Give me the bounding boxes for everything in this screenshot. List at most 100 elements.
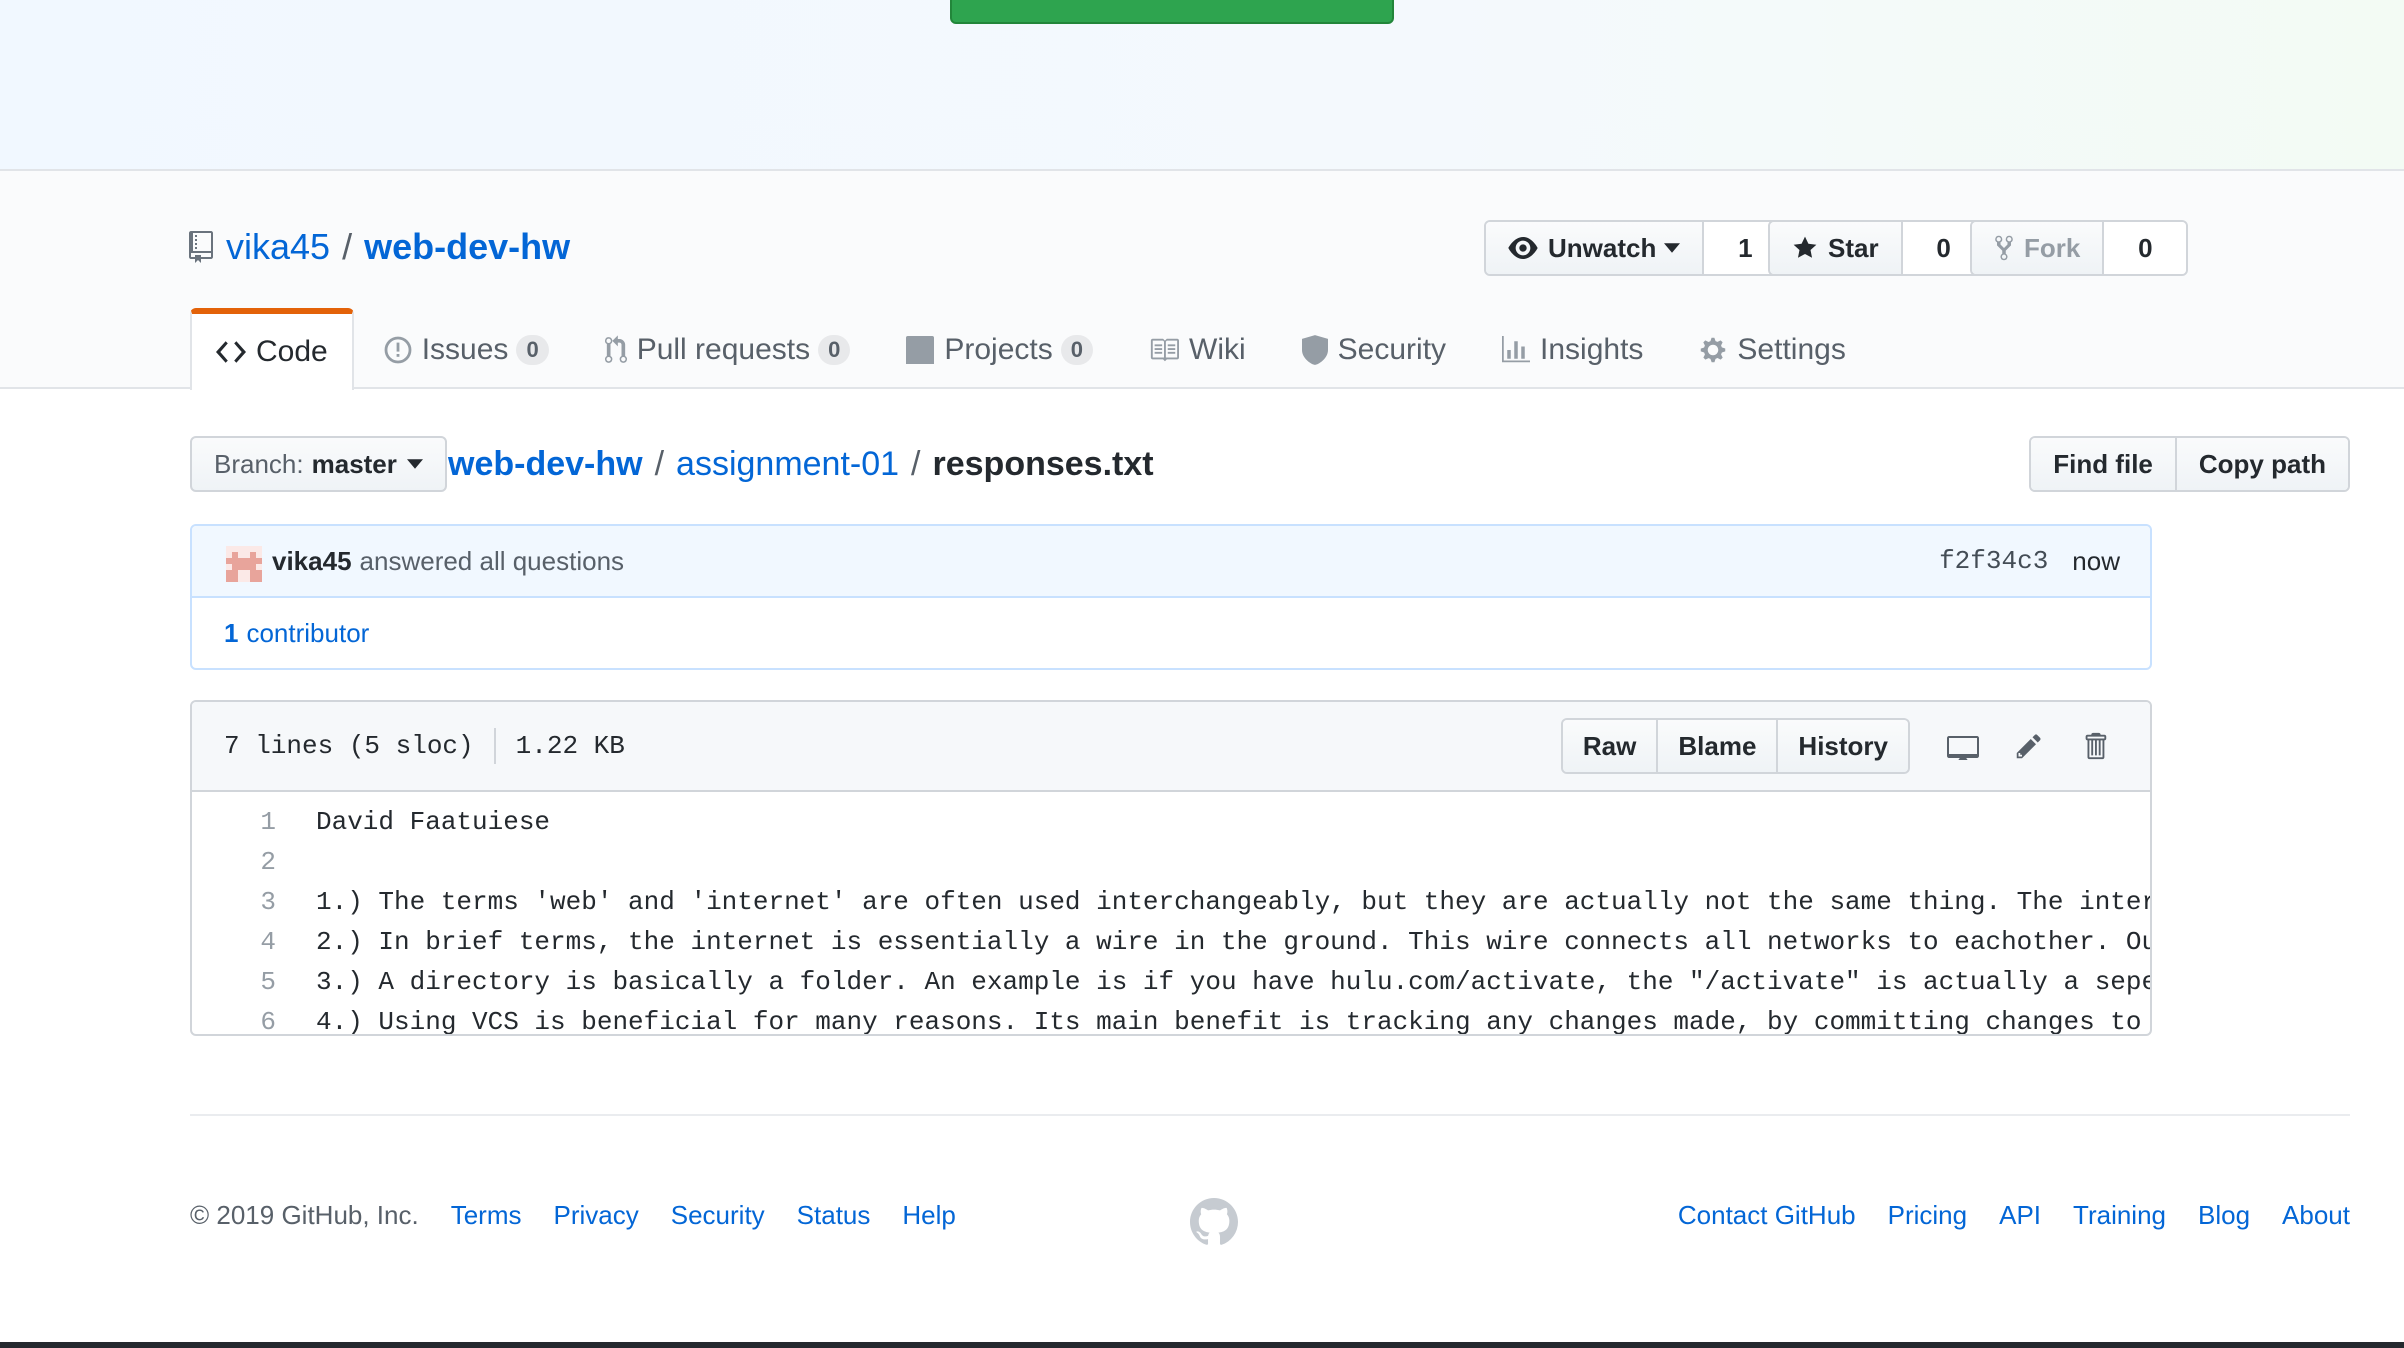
tab-label: Security <box>1337 333 1447 366</box>
code-line: 5 3.) A directory is basically a folder. … <box>192 962 2150 1002</box>
commit-summary: vika45 answered all questions <box>272 526 624 596</box>
eye-icon <box>1508 237 1538 259</box>
star-button[interactable]: Star <box>1770 222 1903 274</box>
raw-button[interactable]: Raw <box>1562 720 1657 772</box>
breadcrumb-file: responses.txt <box>932 444 1154 483</box>
tab-label: Insights <box>1540 333 1644 366</box>
footer-link-api[interactable]: API <box>1999 1200 2041 1231</box>
commit-message[interactable]: answered all questions <box>360 546 625 577</box>
site-footer: © 2019 GitHub, Inc. Terms Privacy Securi… <box>190 1190 2350 1245</box>
repo-owner-link[interactable]: vika45 <box>226 226 330 268</box>
tab-settings[interactable]: Settings <box>1673 310 1871 388</box>
contributors-count: 1 <box>224 617 239 648</box>
line-content: 4.) Using VCS is beneficial for many rea… <box>316 1007 2150 1036</box>
projects-counter: 0 <box>1060 335 1093 365</box>
file-nav-actions: Find file Copy path <box>2029 436 2350 492</box>
breadcrumb-dir-link[interactable]: assignment-01 <box>676 445 899 484</box>
history-button[interactable]: History <box>1776 720 1908 772</box>
line-number[interactable]: 4 <box>192 927 276 957</box>
tab-issues[interactable]: Issues 0 <box>358 310 575 388</box>
line-number[interactable]: 2 <box>192 847 276 877</box>
gear-icon <box>1701 337 1726 363</box>
graph-icon <box>1502 336 1531 363</box>
commit-time: now <box>2072 545 2120 576</box>
breadcrumb-repo-link[interactable]: web-dev-hw <box>448 445 643 484</box>
tab-label: Settings <box>1737 333 1846 366</box>
repo-name-link[interactable]: web-dev-hw <box>364 226 570 268</box>
code-line: 4 2.) In brief terms, the internet is ess… <box>192 922 2150 962</box>
trashcan-icon <box>2085 732 2107 760</box>
unwatch-label: Unwatch <box>1548 232 1657 263</box>
tab-label: Wiki <box>1189 333 1246 366</box>
tab-pull-requests[interactable]: Pull requests 0 <box>579 310 877 388</box>
star-icon <box>1793 236 1817 258</box>
footer-link-status[interactable]: Status <box>797 1200 871 1231</box>
caret-down-icon <box>406 459 423 469</box>
footer-link-security[interactable]: Security <box>671 1200 765 1231</box>
book-icon <box>1150 338 1179 362</box>
device-desktop-icon <box>1947 736 1979 760</box>
forks-count[interactable]: 0 <box>2104 222 2187 274</box>
line-content: 1.) The terms 'web' and 'internet' are o… <box>316 887 2150 917</box>
footer-link-privacy[interactable]: Privacy <box>554 1200 639 1231</box>
tab-wiki[interactable]: Wiki <box>1123 310 1272 388</box>
github-mark-icon[interactable] <box>1190 1198 1238 1246</box>
footer-link-terms[interactable]: Terms <box>451 1200 522 1231</box>
footer-link-contact[interactable]: Contact GitHub <box>1678 1200 1856 1231</box>
delete-button[interactable] <box>2062 720 2128 772</box>
copy-path-button[interactable]: Copy path <box>2174 438 2348 490</box>
line-number[interactable]: 6 <box>192 1007 276 1034</box>
tab-insights[interactable]: Insights <box>1476 310 1669 388</box>
footer-link-help[interactable]: Help <box>902 1200 955 1231</box>
code-line: 1 David Faatuiese <box>192 802 2150 842</box>
footer-divider <box>190 1114 2350 1116</box>
branch-name: master <box>311 448 397 479</box>
code-line: 6 4.) Using VCS is beneficial for many re… <box>192 1002 2150 1036</box>
line-number[interactable]: 3 <box>192 887 276 917</box>
commit-sha-link[interactable]: f2f34c3 <box>1939 546 2048 576</box>
line-number[interactable]: 1 <box>192 807 276 837</box>
find-file-button[interactable]: Find file <box>2031 438 2175 490</box>
unwatch-button[interactable]: Unwatch <box>1486 222 1705 274</box>
branch-select-button[interactable]: Branch: master <box>190 436 447 492</box>
project-icon <box>906 336 935 364</box>
star-group: Star 0 <box>1768 220 1987 276</box>
file-box: 7 lines (5 sloc) 1.22 KB Raw Blame Histo… <box>190 700 2152 1036</box>
banner-button[interactable] <box>950 0 1394 24</box>
tab-label: Pull requests <box>636 333 811 366</box>
avatar[interactable] <box>226 546 262 582</box>
commit-meta: f2f34c3 now <box>1939 526 2120 596</box>
file-info: 7 lines (5 sloc) 1.22 KB <box>224 702 625 790</box>
file-view-buttons: Raw Blame History <box>1560 718 1910 774</box>
file-lines-info: 7 lines (5 sloc) <box>224 731 474 761</box>
tab-code[interactable]: Code <box>190 308 354 390</box>
tab-projects[interactable]: Projects 0 <box>880 310 1119 388</box>
tab-label: Code <box>256 335 328 368</box>
tab-label: Issues <box>421 333 509 366</box>
footer-right: Contact GitHub Pricing API Training Blog… <box>1646 1190 2350 1240</box>
commit-tease-box: vika45 answered all questions f2f34c3 no… <box>190 524 2152 670</box>
star-label: Star <box>1828 232 1879 263</box>
footer-link-blog[interactable]: Blog <box>2198 1200 2250 1231</box>
line-content: 3.) A directory is basically a folder. A… <box>316 967 2150 997</box>
line-content: 2.) In brief terms, the internet is esse… <box>316 927 2150 957</box>
commit-tease: vika45 answered all questions f2f34c3 no… <box>192 526 2150 598</box>
desktop-button[interactable] <box>1930 720 1996 772</box>
line-number[interactable]: 5 <box>192 967 276 997</box>
fork-icon <box>1995 235 2013 261</box>
blame-button[interactable]: Blame <box>1656 720 1777 772</box>
edit-button[interactable] <box>1996 720 2062 772</box>
tab-security[interactable]: Security <box>1276 310 1472 388</box>
commit-author-link[interactable]: vika45 <box>272 546 352 577</box>
footer-link-pricing[interactable]: Pricing <box>1888 1200 1967 1231</box>
line-content: David Faatuiese <box>316 807 551 837</box>
watch-group: Unwatch 1 <box>1484 220 1789 276</box>
footer-link-training[interactable]: Training <box>2073 1200 2166 1231</box>
issue-icon <box>384 336 412 364</box>
breadcrumb: web-dev-hw / assignment-01 / responses.t… <box>448 436 1154 492</box>
footer-link-about[interactable]: About <box>2282 1200 2350 1231</box>
fork-button[interactable]: Fork <box>1972 222 2105 274</box>
contributors-link[interactable]: 1 contributor <box>224 618 369 649</box>
tab-label: Projects <box>944 333 1053 366</box>
file-actions: Raw Blame History <box>1560 718 2128 774</box>
